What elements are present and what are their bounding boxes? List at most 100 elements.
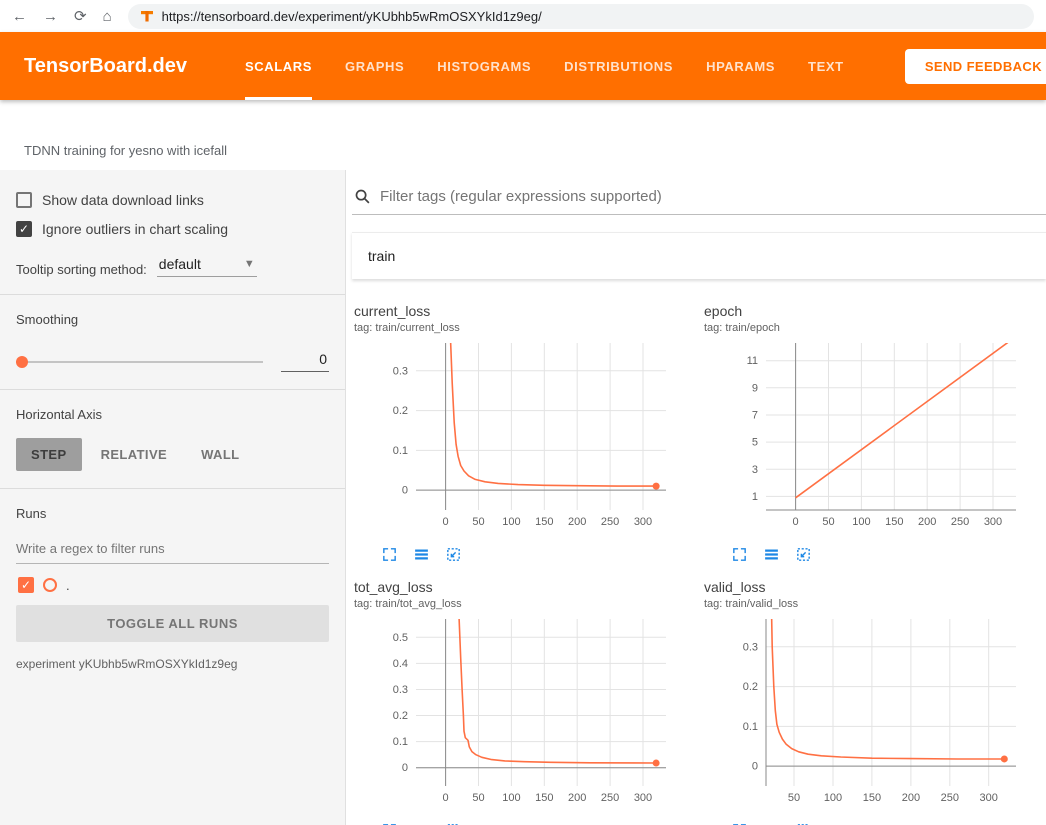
svg-text:100: 100 (502, 516, 520, 528)
svg-text:1: 1 (752, 491, 758, 503)
svg-text:300: 300 (634, 792, 652, 804)
filter-tags-row (352, 188, 1046, 215)
tensorboard-favicon (140, 9, 154, 23)
svg-text:0: 0 (443, 792, 449, 804)
app-header: TensorBoard.dev SCALARS GRAPHS HISTOGRAM… (0, 32, 1046, 100)
svg-text:250: 250 (601, 792, 619, 804)
data-table-icon[interactable] (763, 546, 780, 563)
svg-text:0: 0 (752, 761, 758, 773)
data-table-icon[interactable] (413, 546, 430, 563)
tag-group-card: train current_loss tag: train/current_lo… (352, 232, 1046, 825)
svg-text:0.2: 0.2 (743, 681, 758, 693)
run-color-swatch-icon[interactable] (43, 578, 57, 592)
svg-text:0.1: 0.1 (743, 721, 758, 733)
svg-text:100: 100 (502, 792, 520, 804)
tab-text[interactable]: TEXT (808, 32, 844, 100)
svg-text:11: 11 (747, 355, 758, 367)
svg-text:0.3: 0.3 (743, 641, 758, 653)
settings-sidebar: Show data download links ✓ Ignore outlie… (0, 170, 346, 825)
axis-step-button[interactable]: STEP (16, 438, 82, 471)
chevron-down-icon: ▼ (244, 258, 255, 270)
svg-text:3: 3 (752, 464, 758, 476)
svg-text:0: 0 (402, 485, 408, 497)
fit-domain-icon[interactable] (445, 546, 462, 563)
run-checkbox-icon[interactable]: ✓ (18, 577, 34, 593)
tab-distributions[interactable]: DISTRIBUTIONS (564, 32, 673, 100)
reload-icon[interactable]: ⟳ (74, 9, 87, 24)
svg-text:0.3: 0.3 (393, 684, 408, 696)
line-chart[interactable]: 1357911050100150200250300 (704, 338, 1034, 539)
run-name: . (66, 578, 70, 593)
horizontal-axis-buttons: STEP RELATIVE WALL (16, 438, 329, 471)
toggle-all-runs-button[interactable]: TOGGLE ALL RUNS (16, 605, 329, 642)
experiment-description: TDNN training for yesno with icefall (24, 143, 227, 158)
expand-icon[interactable] (381, 546, 398, 563)
svg-text:150: 150 (885, 516, 903, 528)
svg-text:200: 200 (568, 516, 586, 528)
tab-histograms[interactable]: HISTOGRAMS (437, 32, 531, 100)
svg-text:0.1: 0.1 (393, 736, 408, 748)
line-chart[interactable]: 00.10.20.350100150200250300 (704, 614, 1034, 815)
svg-text:200: 200 (568, 792, 586, 804)
run-row: ✓ . (18, 577, 329, 593)
line-chart[interactable]: 00.10.20.30.40.5050100150200250300 (354, 614, 684, 815)
svg-text:0.2: 0.2 (393, 405, 408, 417)
smoothing-slider[interactable] (16, 361, 263, 363)
svg-text:50: 50 (822, 516, 834, 528)
tooltip-sorting-row: Tooltip sorting method: default ▼ (16, 255, 329, 277)
chart-toolbar (354, 815, 684, 825)
svg-text:250: 250 (941, 792, 959, 804)
chart-toolbar (354, 539, 684, 563)
svg-text:150: 150 (863, 792, 881, 804)
svg-text:5: 5 (752, 437, 758, 449)
chart-card-valid-loss: valid_loss tag: train/valid_loss 00.10.2… (704, 579, 1034, 825)
smoothing-value[interactable]: 0 (281, 351, 329, 372)
address-bar[interactable]: https://tensorboard.dev/experiment/yKUbh… (128, 4, 1034, 29)
svg-text:9: 9 (752, 382, 758, 394)
tab-graphs[interactable]: GRAPHS (345, 32, 404, 100)
experiment-id-label: experiment yKUbhb5wRmOSXYkId1z9eg (16, 657, 329, 671)
chart-tag: tag: train/current_loss (354, 322, 684, 334)
tag-group-header[interactable]: train (352, 232, 1046, 279)
tooltip-sorting-select[interactable]: default ▼ (157, 255, 257, 277)
send-feedback-button[interactable]: SEND FEEDBACK (905, 49, 1046, 84)
chart-card-tot-avg-loss: tot_avg_loss tag: train/tot_avg_loss 00.… (354, 579, 684, 825)
chart-title: current_loss (354, 303, 684, 319)
svg-text:250: 250 (951, 516, 969, 528)
ignore-outliers-checkbox-row[interactable]: ✓ Ignore outliers in chart scaling (16, 221, 329, 237)
divider (0, 488, 345, 489)
main-nav: SCALARS GRAPHS HISTOGRAMS DISTRIBUTIONS … (245, 32, 844, 100)
svg-text:300: 300 (980, 792, 998, 804)
line-chart[interactable]: 00.10.20.3050100150200250300 (354, 338, 684, 539)
home-icon[interactable]: ⌂ (103, 9, 112, 24)
checkbox-checked-icon[interactable]: ✓ (16, 221, 32, 237)
runs-label: Runs (16, 506, 329, 521)
slider-thumb[interactable] (16, 356, 28, 368)
show-download-links-checkbox-row[interactable]: Show data download links (16, 192, 329, 208)
brand-title: TensorBoard.dev (0, 32, 245, 100)
tab-scalars[interactable]: SCALARS (245, 32, 312, 100)
chart-card-epoch: epoch tag: train/epoch 13579110501001502… (704, 303, 1034, 563)
svg-text:0.2: 0.2 (393, 710, 408, 722)
svg-text:0.3: 0.3 (393, 365, 408, 377)
runs-filter-input[interactable] (16, 535, 329, 564)
fit-domain-icon[interactable] (795, 546, 812, 563)
axis-wall-button[interactable]: WALL (186, 438, 254, 471)
expand-icon[interactable] (731, 546, 748, 563)
chart-toolbar (704, 539, 1034, 563)
divider (0, 389, 345, 390)
ignore-outliers-label: Ignore outliers in chart scaling (42, 221, 228, 237)
back-icon[interactable]: ← (12, 9, 27, 24)
forward-icon[interactable]: → (43, 9, 58, 24)
smoothing-slider-row: 0 (16, 351, 329, 372)
chart-title: tot_avg_loss (354, 579, 684, 595)
svg-text:150: 150 (535, 792, 553, 804)
experiment-subheader: TDNN training for yesno with icefall (0, 100, 1046, 170)
axis-relative-button[interactable]: RELATIVE (86, 438, 183, 471)
svg-text:200: 200 (918, 516, 936, 528)
filter-tags-input[interactable] (380, 188, 1046, 205)
checkbox-unchecked-icon[interactable] (16, 192, 32, 208)
svg-text:50: 50 (472, 792, 484, 804)
horizontal-axis-label: Horizontal Axis (16, 407, 329, 422)
tab-hparams[interactable]: HPARAMS (706, 32, 775, 100)
